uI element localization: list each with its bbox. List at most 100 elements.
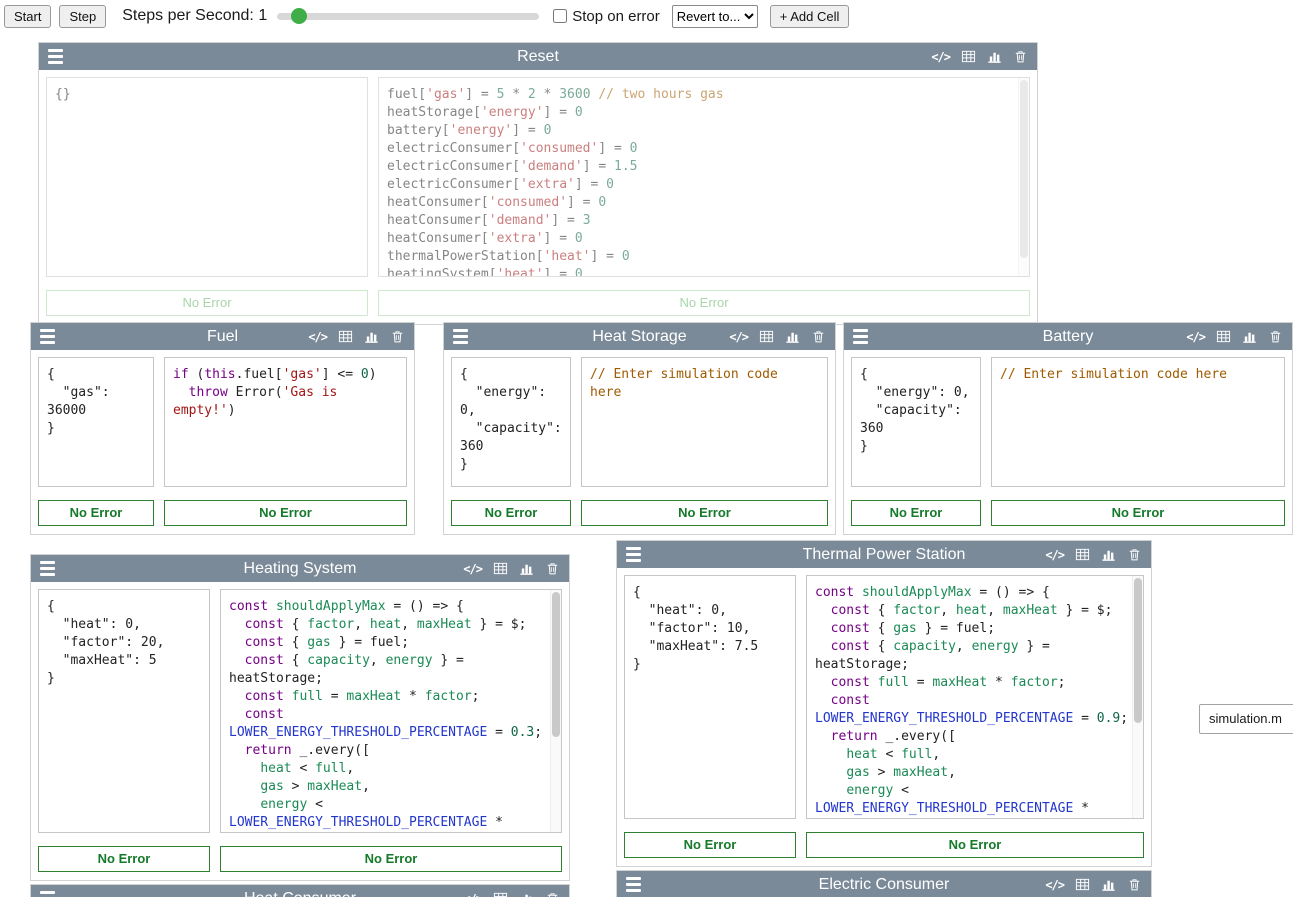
- trash-icon[interactable]: [811, 329, 826, 344]
- cell-heat-consumer: Heat Consumer</>: [30, 884, 570, 897]
- revert-select[interactable]: Revert to...: [672, 5, 758, 28]
- trash-icon[interactable]: [1013, 49, 1028, 64]
- code-icon[interactable]: </>: [463, 892, 482, 897]
- scrollbar-thumb[interactable]: [552, 592, 560, 737]
- header-icons: </>: [729, 329, 826, 344]
- chart-icon[interactable]: [519, 561, 534, 576]
- table-icon[interactable]: [1075, 547, 1090, 562]
- menu-icon[interactable]: [48, 49, 63, 64]
- error-row: No ErrorNo Error: [444, 494, 835, 534]
- table-icon[interactable]: [961, 49, 976, 64]
- code-icon[interactable]: </>: [308, 330, 327, 344]
- cell-body: { "energy": 0, "capacity": 360 } // Enter…: [844, 350, 1292, 494]
- code-icon[interactable]: </>: [1186, 330, 1205, 344]
- chart-icon[interactable]: [987, 49, 1002, 64]
- state-editor[interactable]: { "heat": 0, "factor": 10, "maxHeat": 7.…: [624, 575, 796, 819]
- chart-icon[interactable]: [1242, 329, 1257, 344]
- code-icon[interactable]: </>: [931, 50, 950, 64]
- table-icon[interactable]: [759, 329, 774, 344]
- state-editor[interactable]: { "heat": 0, "factor": 20, "maxHeat": 5 …: [38, 589, 210, 833]
- table-icon[interactable]: [493, 561, 508, 576]
- error-row: No ErrorNo Error: [39, 284, 1037, 324]
- cell-heat-storage: Heat Storage</>{ "energy": 0, "capacity"…: [443, 322, 836, 535]
- trash-icon[interactable]: [390, 329, 405, 344]
- header-icons: </>: [308, 329, 405, 344]
- cell-body: { "heat": 0, "factor": 10, "maxHeat": 7.…: [617, 568, 1151, 826]
- cell-fuel: Fuel</> { "gas": 36000 } if (this.fuel['ga…: [30, 322, 415, 535]
- start-button[interactable]: Start: [4, 5, 51, 28]
- header-icons: </>: [1186, 329, 1283, 344]
- code-icon[interactable]: </>: [729, 330, 748, 344]
- cell-heating-system: Heating System</>{ "heat": 0, "factor": …: [30, 554, 570, 881]
- menu-icon[interactable]: [40, 891, 55, 897]
- scrollbar[interactable]: [550, 590, 561, 832]
- chart-icon[interactable]: [1101, 877, 1116, 892]
- trash-icon[interactable]: [1127, 547, 1142, 562]
- menu-icon[interactable]: [453, 329, 468, 344]
- code-error: No Error: [220, 846, 562, 872]
- trash-icon[interactable]: [1127, 877, 1142, 892]
- cell-header: Fuel</>: [31, 323, 414, 350]
- code-editor[interactable]: const shouldApplyMax = () => { const { f…: [220, 589, 562, 833]
- table-icon[interactable]: [1075, 877, 1090, 892]
- add-cell-button[interactable]: + Add Cell: [770, 5, 850, 28]
- cell-body: { "energy": 0, "capacity": 360 } // Enter…: [444, 350, 835, 494]
- table-icon[interactable]: [1216, 329, 1231, 344]
- state-error: No Error: [851, 500, 981, 526]
- scrollbar-thumb[interactable]: [1134, 578, 1142, 723]
- trash-icon[interactable]: [545, 561, 560, 576]
- menu-icon[interactable]: [40, 561, 55, 576]
- speed-label: Steps per Second: 1: [122, 7, 267, 25]
- error-row: No ErrorNo Error: [31, 494, 414, 534]
- code-editor[interactable]: if (this.fuel['gas'] <= 0) throw Error('…: [164, 357, 407, 487]
- code-icon[interactable]: </>: [1045, 548, 1064, 562]
- code-icon[interactable]: </>: [1045, 878, 1064, 892]
- app: Start Step Steps per Second: 1 Stop on e…: [0, 0, 1293, 897]
- code-editor[interactable]: // Enter simulation code here: [581, 357, 828, 487]
- code-editor[interactable]: const shouldApplyMax = () => { const { f…: [806, 575, 1144, 819]
- scrollbar-thumb[interactable]: [1020, 80, 1028, 258]
- cell-title: Reset: [39, 48, 1037, 66]
- table-icon[interactable]: [338, 329, 353, 344]
- cell-header: Heat Consumer</>: [31, 885, 569, 897]
- trash-icon[interactable]: [1268, 329, 1283, 344]
- code-content: // Enter simulation code here: [590, 366, 813, 402]
- code-editor[interactable]: fuel['gas'] = 5 * 2 * 3600 // two hours …: [378, 77, 1030, 277]
- cell-battery: Battery</>{ "energy": 0, "capacity": 360…: [843, 322, 1293, 535]
- stop-on-error-label: Stop on error: [572, 8, 660, 25]
- chart-icon[interactable]: [519, 891, 534, 897]
- stop-on-error-checkbox[interactable]: [553, 9, 567, 23]
- cell-thermal-power-station: Thermal Power Station</>{ "heat": 0, "fa…: [616, 540, 1152, 867]
- menu-icon[interactable]: [626, 547, 641, 562]
- cell-body: { "gas": 36000 } if (this.fuel['gas'] <= …: [31, 350, 414, 494]
- menu-icon[interactable]: [40, 329, 55, 344]
- speed-slider[interactable]: [277, 7, 539, 25]
- scrollbar[interactable]: [1132, 576, 1143, 818]
- code-icon[interactable]: </>: [463, 562, 482, 576]
- cell-body: { "heat": 0, "factor": 20, "maxHeat": 5 …: [31, 582, 569, 840]
- slider-thumb[interactable]: [291, 8, 307, 24]
- cell-body: {}fuel['gas'] = 5 * 2 * 3600 // two hour…: [39, 70, 1037, 284]
- table-icon[interactable]: [493, 891, 508, 897]
- code-content: if (this.fuel['gas'] <= 0) throw Error('…: [173, 366, 392, 420]
- state-error: No Error: [624, 832, 796, 858]
- stop-on-error: Stop on error: [553, 8, 660, 25]
- menu-icon[interactable]: [853, 329, 868, 344]
- code-content: // Enter simulation code here: [1000, 366, 1270, 384]
- code-editor[interactable]: // Enter simulation code here: [991, 357, 1285, 487]
- menu-icon[interactable]: [626, 877, 641, 892]
- scrollbar[interactable]: [1018, 78, 1029, 276]
- state-editor[interactable]: { "energy": 0, "capacity": 360 }: [451, 357, 571, 487]
- trash-icon[interactable]: [545, 891, 560, 897]
- chart-icon[interactable]: [1101, 547, 1116, 562]
- state-editor[interactable]: { "gas": 36000 }: [38, 357, 154, 487]
- cell-header: Electric Consumer</>: [617, 871, 1151, 897]
- state-editor[interactable]: { "energy": 0, "capacity": 360 }: [851, 357, 981, 487]
- cell-header: Battery</>: [844, 323, 1292, 350]
- state-editor[interactable]: {}: [46, 77, 368, 277]
- code-error: No Error: [581, 500, 828, 526]
- step-button[interactable]: Step: [59, 5, 106, 28]
- speed-value: 1: [258, 7, 267, 24]
- chart-icon[interactable]: [364, 329, 379, 344]
- chart-icon[interactable]: [785, 329, 800, 344]
